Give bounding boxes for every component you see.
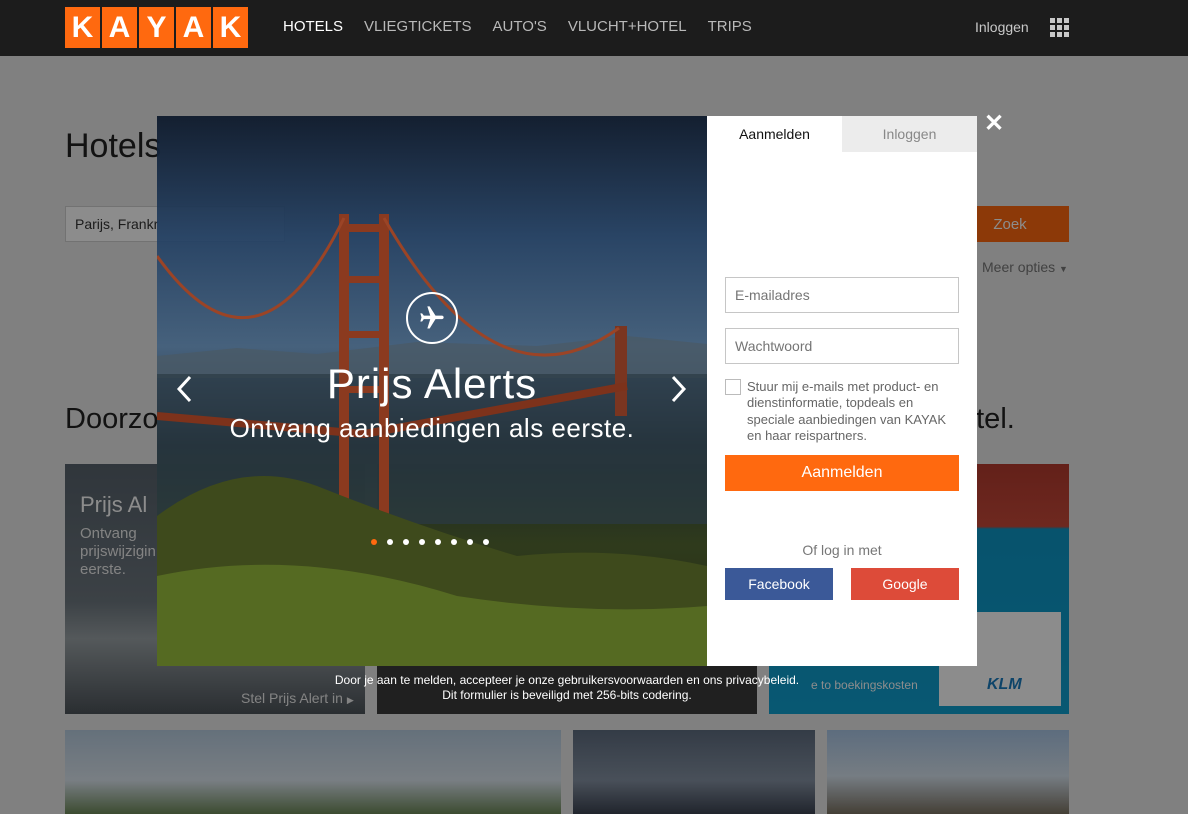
nav-item-trips[interactable]: TRIPS <box>708 18 752 35</box>
grid-icon[interactable] <box>1050 18 1069 37</box>
hero-carousel: Prijs Alerts Ontvang aanbiedingen als ee… <box>157 116 707 666</box>
carousel-dot[interactable] <box>435 539 441 545</box>
security-line: Dit formulier is beveiligd met 256-bits … <box>442 688 692 702</box>
carousel-dot[interactable] <box>483 539 489 545</box>
close-icon[interactable]: ✕ <box>984 112 1004 136</box>
carousel-dot[interactable] <box>371 539 377 545</box>
nav-item-flight-hotel[interactable]: VLUCHT+HOTEL <box>568 18 687 35</box>
terms-line: Door je aan te melden, accepteer je onze… <box>334 673 800 687</box>
terms-note: Door je aan te melden, accepteer je onze… <box>157 673 977 703</box>
hero-subtitle: Ontvang aanbiedingen als eerste. <box>229 413 635 443</box>
nav-item-cars[interactable]: AUTO'S <box>493 18 547 35</box>
airplane-icon <box>406 292 458 344</box>
main-nav: HOTELS VLIEGTICKETS AUTO'S VLUCHT+HOTEL … <box>283 18 752 35</box>
logo-letter: K <box>65 7 100 48</box>
top-navigation-bar: K A Y A K HOTELS VLIEGTICKETS AUTO'S VLU… <box>0 0 1188 56</box>
chevron-left-icon <box>176 375 192 403</box>
carousel-dot[interactable] <box>451 539 457 545</box>
login-link[interactable]: Inloggen <box>975 19 1029 35</box>
signup-panel: Aanmelden Inloggen Stuur mij e-mails met… <box>707 116 977 666</box>
previous-slide-arrow[interactable] <box>173 374 197 404</box>
kayak-logo[interactable]: K A Y A K <box>65 7 248 48</box>
carousel-dot[interactable] <box>419 539 425 545</box>
chevron-right-icon <box>671 375 687 403</box>
password-field[interactable] <box>725 328 959 364</box>
marketing-opt-in-label: Stuur mij e-mails met product- en dienst… <box>747 379 946 443</box>
google-login-button[interactable]: Google <box>851 568 959 600</box>
nav-item-hotels[interactable]: HOTELS <box>283 18 343 35</box>
auth-tabs: Aanmelden Inloggen <box>707 116 977 152</box>
carousel-dot[interactable] <box>387 539 393 545</box>
email-field[interactable] <box>725 277 959 313</box>
facebook-login-button[interactable]: Facebook <box>725 568 833 600</box>
carousel-dots <box>371 539 489 545</box>
next-slide-arrow[interactable] <box>666 374 690 404</box>
tab-login[interactable]: Inloggen <box>842 116 977 152</box>
hero-title: Prijs Alerts <box>326 360 538 407</box>
or-login-with-label: Of log in met <box>802 542 882 558</box>
logo-letter: A <box>176 7 211 48</box>
logo-letter: Y <box>139 7 174 48</box>
signup-button[interactable]: Aanmelden <box>725 455 959 491</box>
logo-letter: K <box>213 7 248 48</box>
carousel-dot[interactable] <box>467 539 473 545</box>
marketing-opt-in-checkbox[interactable] <box>725 379 741 395</box>
tab-signup[interactable]: Aanmelden <box>707 116 842 152</box>
carousel-dot[interactable] <box>403 539 409 545</box>
nav-item-flights[interactable]: VLIEGTICKETS <box>364 18 472 35</box>
logo-letter: A <box>102 7 137 48</box>
